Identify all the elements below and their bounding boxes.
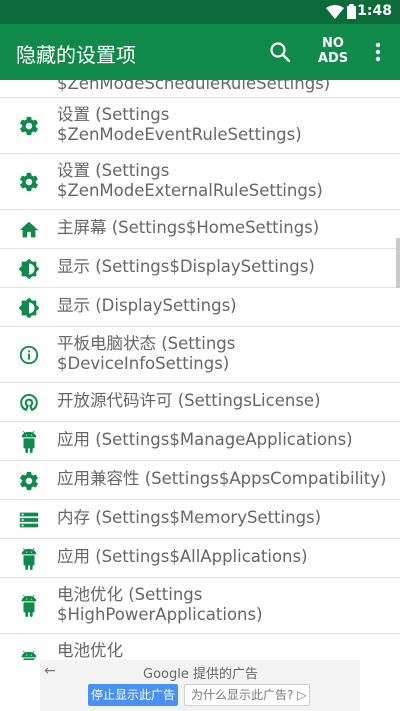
- list-item-line1: 电池优化: [57, 641, 123, 660]
- play-icon: ▷: [297, 688, 307, 702]
- list-item[interactable]: 电池优化 (Settings $HighPowerApplications): [0, 578, 400, 634]
- list-item-line1: 设置 (Settings: [57, 105, 170, 124]
- gear-icon: [18, 171, 40, 193]
- list-item-line2: $HighPowerApplications): [57, 605, 263, 624]
- list-item-label: 平板电脑状态 (Settings $DeviceInfoSettings): [57, 334, 390, 374]
- open-source-icon: [18, 392, 40, 414]
- list-item[interactable]: 应用 (Settings$AllApplications): [0, 539, 400, 578]
- list-item-label: 主屏幕 (Settings$HomeSettings): [57, 218, 390, 238]
- wifi-icon: [326, 5, 344, 19]
- android-icon: [18, 595, 40, 617]
- ad-provider: Google 提供的广告: [143, 663, 258, 682]
- brightness-icon: [18, 297, 40, 319]
- list-item-label: 电池优化: [57, 641, 390, 660]
- android-icon: [18, 548, 40, 570]
- scrollbar[interactable]: [396, 238, 400, 288]
- list-item-line2: $ZenModeExternalRuleSettings): [57, 181, 323, 200]
- android-icon: [18, 650, 40, 660]
- no-ads-line2: ADS: [317, 51, 349, 66]
- list-item[interactable]: 设置 (Settings $ZenModeExternalRuleSettings…: [0, 154, 400, 210]
- ad-label: 提供的广告: [192, 667, 258, 682]
- list-item[interactable]: $ZenModeScheduleRuleSettings): [0, 80, 400, 98]
- list-item[interactable]: 显示 (Settings$DisplaySettings): [0, 249, 400, 288]
- list-item-label: 应用 (Settings$AllApplications): [57, 547, 390, 567]
- home-icon: [18, 219, 40, 241]
- why-ad-label: 为什么显示此广告?: [191, 688, 294, 702]
- list-item-line1: 电池优化 (Settings: [57, 585, 203, 604]
- ad-bar: ← Google 提供的广告 停止显示此广告 为什么显示此广告? ▷: [40, 660, 360, 711]
- list-item-label: 电池优化 (Settings $HighPowerApplications): [57, 585, 390, 625]
- list-item[interactable]: 设置 (Settings $ZenModeEventRuleSettings): [0, 98, 400, 154]
- list-item-line1: 设置 (Settings: [57, 161, 170, 180]
- list-item[interactable]: 内存 (Settings$MemorySettings): [0, 500, 400, 539]
- stop-ad-button[interactable]: 停止显示此广告: [88, 684, 178, 706]
- list-item-line1: 内存 (Settings$MemorySettings): [57, 508, 322, 527]
- search-icon[interactable]: [268, 40, 292, 64]
- more-options-icon[interactable]: [368, 40, 388, 64]
- status-bar: 11:48: [0, 0, 400, 24]
- ad-brand: Google: [143, 667, 189, 682]
- why-ad-button[interactable]: 为什么显示此广告? ▷: [184, 684, 310, 706]
- brightness-icon: [18, 258, 40, 280]
- android-icon: [18, 431, 40, 453]
- list-item-label: $ZenModeScheduleRuleSettings): [57, 80, 390, 94]
- no-ads-button[interactable]: NO ADS: [316, 36, 350, 66]
- list-item[interactable]: 显示 (DisplaySettings): [0, 288, 400, 327]
- list-item-line2: $ZenModeEventRuleSettings): [57, 125, 302, 144]
- app-toolbar: 隐藏的设置项 NO ADS: [0, 24, 400, 80]
- list-item-line1: 应用兼容性 (Settings$AppsCompatibility): [57, 469, 387, 488]
- list-item-label: 显示 (Settings$DisplaySettings): [57, 257, 390, 277]
- list-item-line1: 主屏幕 (Settings$HomeSettings): [57, 218, 320, 237]
- storage-icon: [18, 509, 40, 531]
- list-item-line1: 平板电脑状态 (Settings: [57, 334, 236, 353]
- list-item[interactable]: 主屏幕 (Settings$HomeSettings): [0, 210, 400, 249]
- status-time: 11:48: [347, 3, 392, 19]
- settings-list: $ZenModeScheduleRuleSettings) 设置 (Setting…: [0, 80, 400, 660]
- list-item[interactable]: 应用 (Settings$ManageApplications): [0, 422, 400, 461]
- list-item-label: 应用兼容性 (Settings$AppsCompatibility): [57, 469, 390, 489]
- list-item-line1: 开放源代码许可 (SettingsLicense): [57, 391, 321, 410]
- list-item-label: 开放源代码许可 (SettingsLicense): [57, 391, 390, 411]
- gear-icon: [18, 115, 40, 137]
- list-item-line1: 显示 (DisplaySettings): [57, 296, 237, 315]
- list-item-line1: 应用 (Settings$ManageApplications): [57, 430, 353, 449]
- list-item-line1: $ZenModeScheduleRuleSettings): [57, 80, 331, 93]
- list-item[interactable]: 应用兼容性 (Settings$AppsCompatibility): [0, 461, 400, 500]
- list-item-line2: $DeviceInfoSettings): [57, 354, 230, 373]
- list-item-label: 设置 (Settings $ZenModeExternalRuleSettings…: [57, 161, 390, 201]
- list-item-line1: 应用 (Settings$AllApplications): [57, 547, 308, 566]
- gear-icon: [18, 470, 40, 492]
- page-title: 隐藏的设置项: [16, 43, 136, 67]
- back-arrow-icon[interactable]: ←: [44, 663, 56, 679]
- no-ads-line1: NO: [322, 36, 344, 51]
- list-item-label: 应用 (Settings$ManageApplications): [57, 430, 390, 450]
- info-icon: [18, 344, 40, 366]
- list-item[interactable]: 开放源代码许可 (SettingsLicense): [0, 383, 400, 422]
- list-item-line1: 显示 (Settings$DisplaySettings): [57, 257, 315, 276]
- list-item-label: 设置 (Settings $ZenModeEventRuleSettings): [57, 105, 390, 145]
- list-item-label: 显示 (DisplaySettings): [57, 296, 390, 316]
- list-item[interactable]: 电池优化: [0, 634, 400, 660]
- list-item-label: 内存 (Settings$MemorySettings): [57, 508, 390, 528]
- list-item[interactable]: 平板电脑状态 (Settings $DeviceInfoSettings): [0, 327, 400, 383]
